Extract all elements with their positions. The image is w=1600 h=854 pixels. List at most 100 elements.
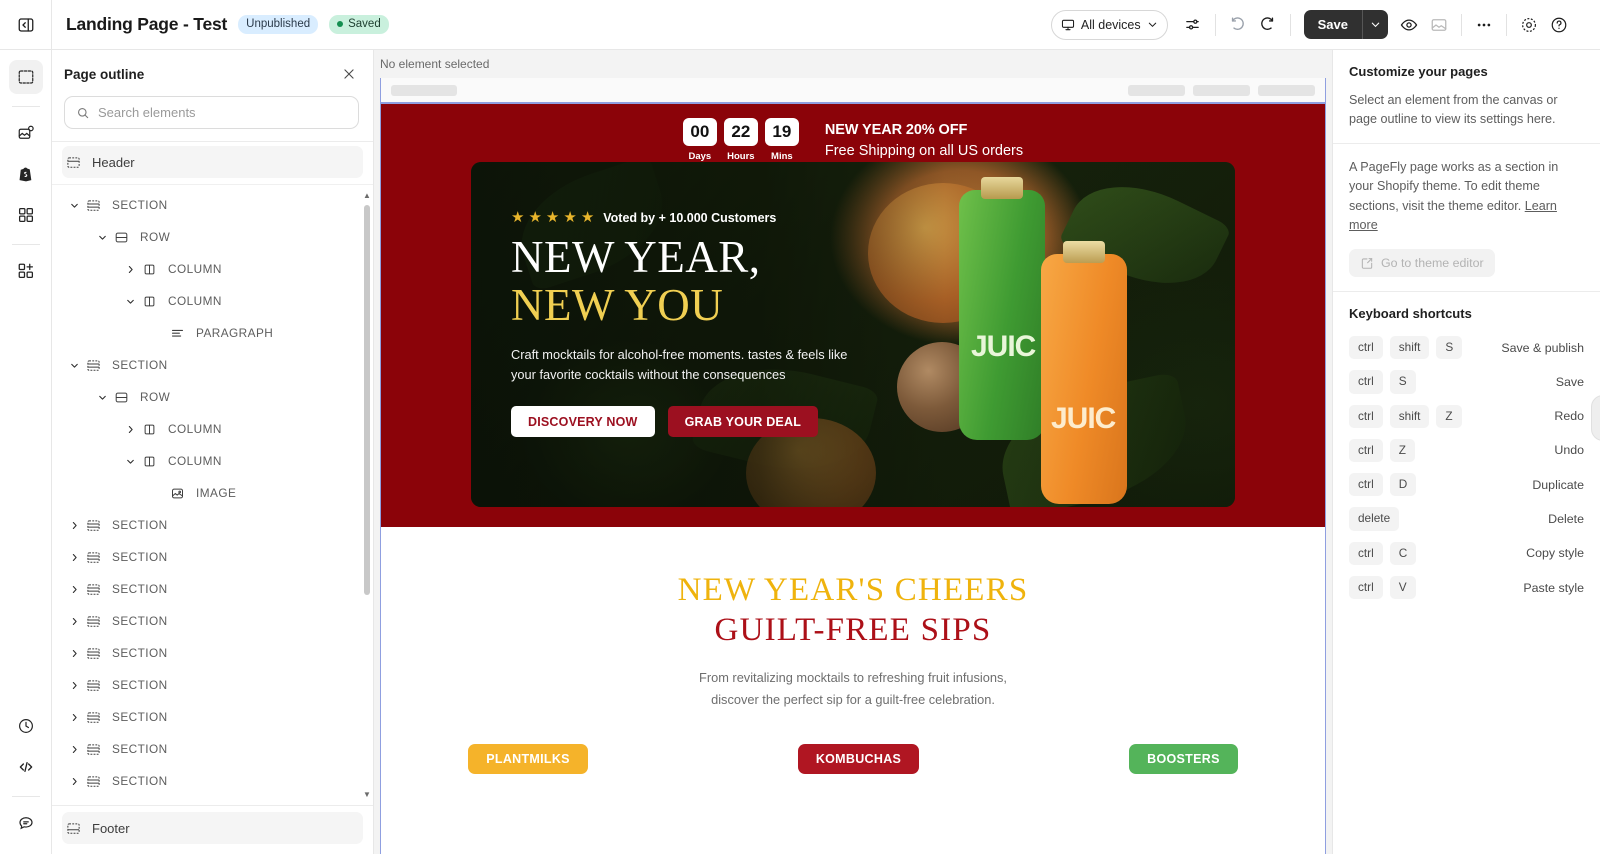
scroll-up-arrow-icon[interactable]: ▲ (363, 191, 371, 200)
category-chip-plantmilks[interactable]: PLANTMILKS (468, 743, 588, 774)
outline-node-section[interactable]: SECTION (62, 541, 363, 573)
chevron-down-icon[interactable] (94, 392, 110, 403)
outline-node-row[interactable]: ROW (62, 221, 363, 253)
outline-node-label: COLUMN (168, 422, 222, 436)
outline-node-column[interactable]: COLUMN (62, 285, 363, 317)
keyboard-shortcuts-block: Keyboard shortcuts ctrl shift S Save & publ… (1333, 292, 1600, 625)
outline-node-section[interactable]: SECTION (62, 605, 363, 637)
save-button[interactable]: Save (1303, 10, 1362, 39)
chevron-down-icon[interactable] (94, 232, 110, 243)
outline-node-column[interactable]: COLUMN (62, 445, 363, 477)
more-options-button[interactable] (1469, 10, 1499, 40)
chevron-right-icon[interactable] (66, 584, 82, 595)
help-button[interactable] (1544, 10, 1574, 40)
chevron-right-icon[interactable] (66, 776, 82, 787)
sidebar-item-elements[interactable] (9, 198, 43, 232)
page-outline-title: Page outline (64, 66, 145, 82)
chevron-right-icon[interactable] (66, 712, 82, 723)
grab-your-deal-button[interactable]: GRAB YOUR DEAL (667, 406, 819, 438)
close-outline-button[interactable] (339, 64, 359, 84)
hero-banner[interactable]: JUIC JUIC ★ ★ ★ ★ ★ Voted by + 10.000 Cu… (471, 162, 1235, 507)
key-cap: ctrl (1349, 541, 1383, 566)
shortcut-keys: ctrl D (1349, 473, 1417, 497)
sidebar-item-support[interactable] (9, 806, 43, 840)
outline-node-section[interactable]: SECTION (62, 733, 363, 765)
key-cap: ctrl (1349, 473, 1383, 497)
sidebar-item-history[interactable] (9, 709, 43, 743)
outline-node-section[interactable]: SECTION (62, 509, 363, 541)
outline-node-image[interactable]: IMAGE (62, 477, 363, 509)
shortcut-action-label: Duplicate (1532, 477, 1584, 492)
outline-node-section[interactable]: SECTION (62, 349, 363, 381)
outline-node-paragraph[interactable]: PARAGRAPH (62, 317, 363, 349)
chevron-right-icon[interactable] (122, 264, 138, 275)
sidebar-item-media[interactable] (9, 116, 43, 150)
outline-node-section[interactable]: SECTION (62, 189, 363, 221)
toolbar-actions: All devices Save (1050, 9, 1586, 40)
outline-node-row[interactable]: ROW (62, 381, 363, 413)
go-to-theme-editor-button[interactable]: Go to theme editor (1349, 248, 1495, 277)
collapse-panel-button[interactable] (0, 0, 52, 50)
column-icon (138, 422, 160, 437)
placeholder-nav-chip (1128, 84, 1185, 96)
scroll-down-arrow-icon[interactable]: ▼ (363, 790, 371, 799)
chevron-right-icon[interactable] (122, 424, 138, 435)
chevron-right-icon[interactable] (66, 616, 82, 627)
undo-button[interactable] (1223, 10, 1253, 40)
editor-body: Page outline Search elements Header SECT… (0, 50, 1600, 854)
promo-banner-section[interactable]: 00 Days 22 Hours 19 Mins NEW YEAR 20% OFF Fre… (381, 104, 1325, 527)
category-chips: PLANTMILKS KOMBUCHAS BOOSTERS (381, 743, 1325, 774)
outline-node-section[interactable]: SECTION (62, 701, 363, 733)
outline-tree-scroll[interactable]: SECTION ROW COLUMN COLUMN PARAGRAPH SECTION RO… (52, 184, 373, 805)
outline-node-column[interactable]: COLUMN (62, 253, 363, 285)
close-icon (342, 67, 356, 81)
chevron-down-icon[interactable] (122, 296, 138, 307)
search-input[interactable] (98, 105, 347, 120)
category-chip-boosters[interactable]: BOOSTERS (1129, 743, 1238, 774)
shortcut-action-label: Save & publish (1501, 340, 1584, 355)
chevron-right-icon[interactable] (66, 552, 82, 563)
outline-scrollbar[interactable]: ▲ ▼ (363, 191, 371, 799)
image-placeholder-icon (1430, 16, 1448, 34)
sidebar-item-add-element[interactable] (9, 254, 43, 288)
sidebar-item-code[interactable] (9, 750, 43, 784)
sidebar-item-sections[interactable] (8, 60, 43, 94)
outline-node-header[interactable]: Header (62, 146, 363, 178)
media-button[interactable] (1424, 10, 1454, 40)
scrollbar-thumb[interactable] (364, 205, 370, 595)
outline-node-label: SECTION (112, 774, 168, 788)
panel-resize-knob[interactable] (1591, 395, 1600, 441)
redo-button[interactable] (1253, 10, 1283, 40)
hero-heading-line1: NEW YEAR, (511, 232, 761, 282)
save-dropdown-button[interactable] (1362, 10, 1388, 39)
outline-node-section[interactable]: SECTION (62, 573, 363, 605)
category-chip-kombuchas[interactable]: KOMBUCHAS (797, 743, 920, 774)
chevron-right-icon[interactable] (66, 680, 82, 691)
sidebar-item-shopify[interactable] (9, 157, 43, 191)
chevron-down-icon[interactable] (66, 200, 82, 211)
outline-node-section[interactable]: SECTION (62, 669, 363, 701)
countdown-value: 00 (682, 118, 717, 146)
shortcut-keys: ctrl V (1349, 576, 1416, 600)
outline-node-label: ROW (140, 390, 171, 404)
outline-node-section[interactable]: SECTION (62, 637, 363, 669)
media-library-icon (17, 124, 35, 142)
discovery-now-button[interactable]: DISCOVERY NOW (511, 406, 655, 438)
star-rating-icons: ★ ★ ★ ★ ★ (511, 210, 594, 225)
outline-node-section[interactable]: SECTION (62, 765, 363, 797)
promo-headline: NEW YEAR 20% OFF (824, 121, 968, 138)
cheers-section[interactable]: NEW YEAR'S CHEERS GUILT-FREE SIPS From r… (381, 527, 1325, 774)
chevron-right-icon[interactable] (66, 520, 82, 531)
outline-node-column[interactable]: COLUMN (62, 413, 363, 445)
canvas-viewport[interactable]: 00 Days 22 Hours 19 Mins NEW YEAR 20% OFF Fre… (374, 78, 1332, 854)
device-selector[interactable]: All devices (1050, 9, 1168, 40)
preview-button[interactable] (1394, 10, 1424, 40)
chevron-down-icon[interactable] (122, 456, 138, 467)
chevron-right-icon[interactable] (66, 744, 82, 755)
page-settings-sliders-button[interactable] (1178, 10, 1208, 40)
search-elements-box[interactable] (64, 96, 359, 129)
outline-node-footer[interactable]: Footer (62, 812, 363, 844)
settings-button[interactable] (1514, 10, 1544, 40)
chevron-right-icon[interactable] (66, 648, 82, 659)
chevron-down-icon[interactable] (66, 360, 82, 371)
